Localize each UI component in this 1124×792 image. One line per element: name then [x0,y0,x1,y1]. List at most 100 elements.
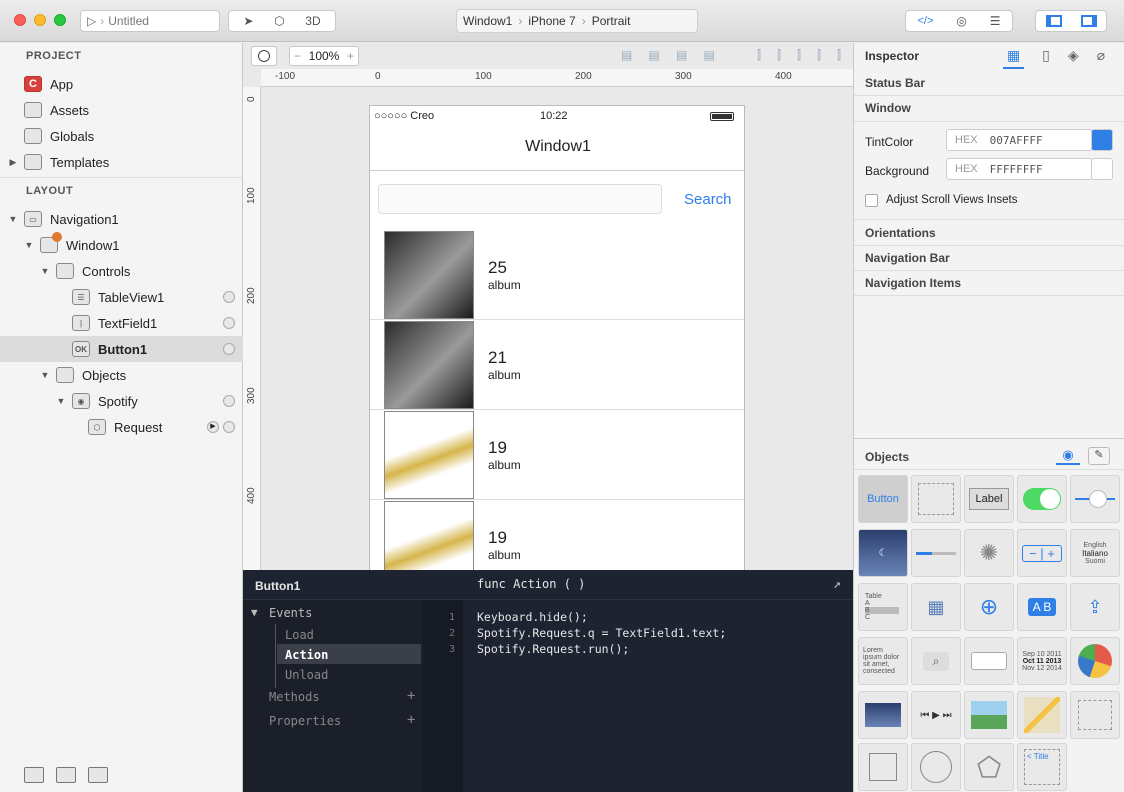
methods-label[interactable]: Methods [269,690,320,704]
background-color-field[interactable]: HEX FFFFFFFF [946,158,1092,180]
properties-tab-icon[interactable]: ▦ [1002,47,1025,69]
add-object-button[interactable] [88,767,108,783]
space-horizontal-icon[interactable]: ⫿ [837,48,841,64]
object-slider[interactable] [1070,475,1120,523]
disclosure-down-icon[interactable]: ▼ [8,214,18,224]
send-icon[interactable]: ➤ [243,14,253,28]
tree-item-globals[interactable]: Globals [0,123,243,149]
zoom-in-button[interactable]: + [347,49,354,63]
visibility-dot-icon[interactable] [223,421,235,433]
navigation-items-section[interactable]: Navigation Items [865,276,961,290]
object-searchbar[interactable]: ⌕ [911,637,961,685]
phone-preview[interactable]: ○○○○○ Creo 10:22 Window1 Search 25 album… [369,105,745,570]
zoom-window-button[interactable] [54,14,66,26]
tree-item-templates[interactable]: ▶ Templates [0,149,243,175]
object-share[interactable]: ⇪ [1070,583,1120,631]
object-chart[interactable] [1070,637,1120,685]
tree-item-button1[interactable]: OK Button1 [0,336,243,362]
navigation-bar-section[interactable]: Navigation Bar [865,251,950,265]
visibility-dot-icon[interactable] [223,343,235,355]
add-method-button[interactable]: + [407,688,415,704]
object-label[interactable]: Label [964,475,1014,523]
add-window-button[interactable] [24,767,44,783]
zoom-level[interactable]: 100% [309,49,340,63]
object-polygon[interactable]: ⬠ [964,743,1014,791]
table-row[interactable]: 21 album [370,320,744,410]
events-disclosure-icon[interactable]: ▼ [251,606,258,619]
object-spritekit[interactable] [964,691,1014,739]
cube-icon[interactable]: ⬡ [274,14,284,28]
align-bottom-icon[interactable]: ⫿ [797,48,801,64]
design-canvas[interactable]: − 100% + ▤ ▤ ▤ ▤ ⫿ ⫿ ⫿ ⫿ ⫿ -100 0 100 20… [243,43,853,570]
run-request-icon[interactable]: ▶ [207,421,219,433]
object-textview[interactable]: Lorem ipsum dolor sit amet, consected [858,637,908,685]
object-textfield[interactable] [964,637,1014,685]
object-picker[interactable]: English Italiano Suomi [1070,529,1120,577]
tree-item-app[interactable]: C App [0,71,243,97]
add-control-button[interactable] [56,767,76,783]
window-section[interactable]: Window [865,101,911,115]
object-progress[interactable] [911,529,961,577]
object-tableview[interactable]: Table A B C [858,583,908,631]
visibility-dot-icon[interactable] [223,317,235,329]
object-button[interactable]: Button [858,475,908,523]
tree-item-tableview1[interactable]: ☰ TableView1 [0,284,243,310]
align-left-icon[interactable]: ▤ [621,48,632,64]
object-datepicker[interactable]: Sep 10 2011 Oct 11 2013 Nov 12 2014 [1017,637,1067,685]
object-mediaplayer[interactable]: ⏮ ▶ ⏭ [911,691,961,739]
close-window-button[interactable] [14,14,26,26]
status-bar-section[interactable]: Status Bar [865,76,925,90]
table-row[interactable]: 19 album [370,500,744,570]
events-label[interactable]: Events [269,606,312,620]
tree-item-textfield1[interactable]: | TextField1 [0,310,243,336]
list-icon[interactable]: ☰ [990,14,1001,28]
object-scrollview[interactable] [858,691,908,739]
add-property-button[interactable]: + [407,712,415,728]
object-navigation[interactable]: < Title [1017,743,1067,791]
table-row[interactable]: 19 album [370,410,744,500]
left-panel-toggle-icon[interactable] [1045,15,1062,27]
shape-toggle-button[interactable] [251,46,277,66]
object-segmented[interactable]: A B [1017,583,1067,631]
object-switch[interactable] [1017,475,1067,523]
minimize-window-button[interactable] [34,14,46,26]
align-top-icon[interactable]: ⫿ [757,48,761,64]
tree-item-request[interactable]: ⬡ Request ▶ [0,414,243,440]
event-action[interactable]: Action [285,648,328,662]
object-pathview[interactable] [1070,691,1120,739]
object-collectionview[interactable]: ▦ [911,583,961,631]
tree-item-objects[interactable]: ▼ Objects [0,362,243,388]
breadcrumb-window[interactable]: Window1 [463,14,512,28]
adjust-insets-checkbox[interactable] [865,194,878,207]
visibility-dot-icon[interactable] [223,291,235,303]
disclosure-down-icon[interactable]: ▼ [40,370,50,380]
event-load[interactable]: Load [285,628,314,642]
document-selector[interactable]: ▷ › Untitled [80,10,220,32]
distribute-icon[interactable]: ▤ [704,48,715,64]
code-toggle-button[interactable]: </> [917,15,933,27]
search-textfield[interactable] [378,184,662,214]
table-row[interactable]: 25 album [370,230,744,320]
align-right-icon[interactable]: ▤ [676,48,687,64]
zoom-out-button[interactable]: − [294,49,301,63]
tree-item-assets[interactable]: Assets [0,97,243,123]
code-line[interactable]: Keyboard.hide(); [477,610,588,624]
align-middle-icon[interactable]: ⫿ [777,48,781,64]
object-imageview[interactable]: ☾ [858,529,908,577]
breadcrumb-orientation[interactable]: Portrait [592,14,631,28]
breadcrumb-device[interactable]: iPhone 7 [528,14,575,28]
object-mapview[interactable] [1017,691,1067,739]
code-line[interactable]: Spotify.Request.run(); [477,642,629,656]
tree-item-controls[interactable]: ▼ Controls [0,258,243,284]
tree-item-navigation1[interactable]: ▼ ▭ Navigation1 [0,206,243,232]
tools-tab-icon[interactable]: ✎ [1088,447,1110,465]
3d-button[interactable]: 3D [305,14,320,28]
layers-tab-icon[interactable]: ◈ [1068,47,1079,69]
popout-icon[interactable]: ↗ [833,577,841,592]
tint-color-swatch[interactable] [1091,129,1113,151]
search-button[interactable]: Search [684,191,732,208]
object-rectangle[interactable] [858,743,908,791]
object-stepper[interactable]: − | + [1017,529,1067,577]
tree-item-spotify[interactable]: ▼ ◉ Spotify [0,388,243,414]
tree-item-window1[interactable]: ▼ Window1 [0,232,243,258]
